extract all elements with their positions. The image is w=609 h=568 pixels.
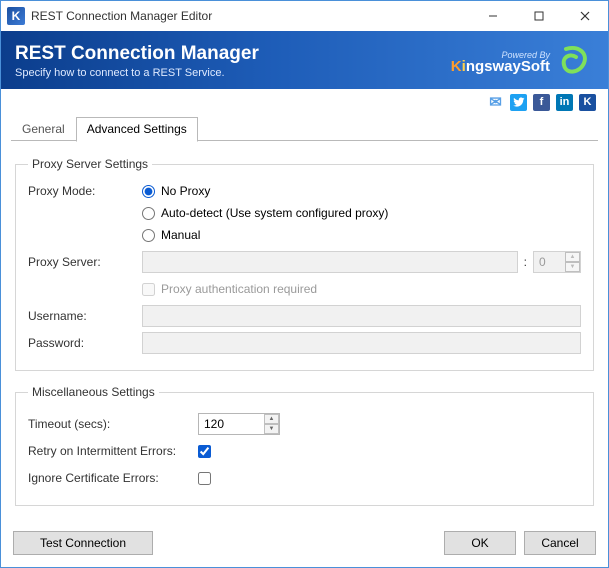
proxy-server-label: Proxy Server:	[28, 255, 142, 269]
proxy-server-input[interactable]	[142, 251, 518, 273]
port-spinner: ▲ ▼	[565, 252, 580, 272]
linkedin-icon[interactable]: in	[556, 94, 573, 111]
proxy-legend: Proxy Server Settings	[28, 157, 152, 171]
timeout-spin-up[interactable]: ▲	[264, 414, 279, 424]
radio-auto-detect[interactable]: Auto-detect (Use system configured proxy…	[142, 206, 388, 220]
swirl-icon	[560, 45, 590, 77]
miscellaneous-settings-group: Miscellaneous Settings Timeout (secs): ▲…	[15, 385, 594, 506]
radio-manual-input[interactable]	[142, 229, 155, 242]
page-subtitle: Specify how to connect to a REST Service…	[15, 67, 451, 79]
twitter-icon[interactable]	[510, 94, 527, 111]
window-titlebar: K REST Connection Manager Editor	[1, 1, 608, 31]
timeout-spin-down[interactable]: ▼	[264, 424, 279, 434]
dialog-footer: Test Connection OK Cancel	[1, 523, 608, 567]
maximize-button[interactable]	[516, 1, 562, 31]
port-spin-down[interactable]: ▼	[565, 262, 580, 272]
timeout-spinner: ▲ ▼	[264, 414, 279, 434]
test-connection-button[interactable]: Test Connection	[13, 531, 153, 555]
radio-no-proxy[interactable]: No Proxy	[142, 184, 388, 198]
proxy-auth-required[interactable]: Proxy authentication required	[142, 282, 317, 296]
username-label: Username:	[28, 309, 142, 323]
radio-auto-detect-input[interactable]	[142, 207, 155, 220]
radio-manual-label: Manual	[161, 228, 200, 242]
radio-manual[interactable]: Manual	[142, 228, 388, 242]
email-icon[interactable]: ✉	[487, 94, 504, 111]
radio-no-proxy-label: No Proxy	[161, 184, 210, 198]
app-icon: K	[7, 7, 25, 25]
username-input[interactable]	[142, 305, 581, 327]
minimize-button[interactable]	[470, 1, 516, 31]
ignore-cert-checkbox[interactable]	[198, 472, 211, 485]
kingsway-icon[interactable]: K	[579, 94, 596, 111]
facebook-icon[interactable]: f	[533, 94, 550, 111]
port-spin-up[interactable]: ▲	[565, 252, 580, 262]
tab-content: Proxy Server Settings Proxy Mode: No Pro…	[1, 141, 608, 523]
proxy-auth-required-checkbox[interactable]	[142, 283, 155, 296]
window-title: REST Connection Manager Editor	[31, 9, 470, 23]
ok-button[interactable]: OK	[444, 531, 516, 555]
host-port-separator: :	[518, 255, 533, 269]
header-band: REST Connection Manager Specify how to c…	[1, 31, 608, 89]
proxy-mode-label: Proxy Mode:	[28, 184, 142, 198]
misc-legend: Miscellaneous Settings	[28, 385, 159, 399]
tabstrip: General Advanced Settings	[1, 113, 608, 141]
radio-auto-detect-label: Auto-detect (Use system configured proxy…	[161, 206, 388, 220]
proxy-auth-required-label: Proxy authentication required	[161, 282, 317, 296]
timeout-label: Timeout (secs):	[28, 417, 198, 431]
password-input[interactable]	[142, 332, 581, 354]
page-title: REST Connection Manager	[15, 43, 451, 65]
tab-general[interactable]: General	[11, 117, 76, 141]
kingswaysoft-logo: Powered By KingswaySoft	[451, 49, 550, 73]
tab-advanced-settings[interactable]: Advanced Settings	[76, 117, 198, 142]
retry-label: Retry on Intermittent Errors:	[28, 444, 198, 458]
ignore-cert-label: Ignore Certificate Errors:	[28, 471, 198, 485]
radio-no-proxy-input[interactable]	[142, 185, 155, 198]
retry-checkbox[interactable]	[198, 445, 211, 458]
close-button[interactable]	[562, 1, 608, 31]
password-label: Password:	[28, 336, 142, 350]
cancel-button[interactable]: Cancel	[524, 531, 596, 555]
social-row: ✉ f in K	[1, 89, 608, 113]
brand-area: Powered By KingswaySoft	[451, 45, 594, 77]
proxy-server-settings-group: Proxy Server Settings Proxy Mode: No Pro…	[15, 157, 594, 371]
